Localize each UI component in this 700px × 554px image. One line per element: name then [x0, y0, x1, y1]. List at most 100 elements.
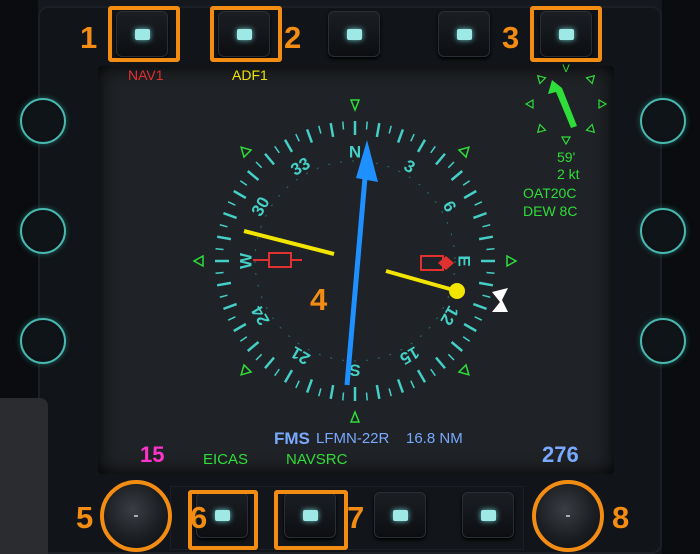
- compass-tick: [430, 368, 436, 377]
- compass-tick: [388, 388, 392, 397]
- wind-flag-icon: [492, 288, 508, 312]
- compass-tick: [239, 336, 248, 342]
- compass-tick: [246, 341, 260, 352]
- compass-tick: [416, 139, 427, 153]
- compass-tick: [239, 180, 248, 186]
- wind-compass-north: V: [562, 63, 570, 75]
- wind-altitude: 59': [557, 149, 576, 165]
- compass-tick: [365, 392, 368, 401]
- fms-label: FMS: [274, 429, 310, 448]
- compass-tick: [474, 201, 483, 206]
- wind-compass-marker: [560, 136, 572, 146]
- nav1-bearing-pointer: [253, 252, 302, 268]
- compass-tick: [486, 248, 495, 251]
- compass-card-label: 30: [248, 194, 274, 220]
- bottom-softkey-4[interactable]: [462, 492, 514, 538]
- hsi-graphics: N36E1215S2124W3033 V: [192, 63, 608, 423]
- compass-tick: [216, 235, 232, 241]
- compass-card-label: W: [236, 252, 255, 269]
- compass-tick: [447, 161, 455, 169]
- wind-arrow-icon: [548, 80, 577, 128]
- nav1-source-label: NAV1: [128, 67, 164, 83]
- compass-tick: [305, 378, 314, 393]
- compass-card-labels: N36E1215S2124W3033: [236, 142, 473, 379]
- compass-tick: [264, 152, 275, 166]
- compass-tick: [295, 380, 300, 389]
- compass-tick: [329, 384, 335, 400]
- bottom-softkey-3[interactable]: [374, 492, 426, 538]
- callout-8: 8: [612, 500, 630, 535]
- compass-tick: [472, 302, 487, 311]
- wind-speed: 2 kt: [557, 166, 580, 182]
- compass-tick: [463, 322, 477, 333]
- highlight-ring-8: [532, 480, 604, 552]
- compass-tick: [215, 248, 224, 251]
- compass-tick: [396, 378, 405, 393]
- wind-compass-marker: [585, 74, 596, 85]
- compass-tick: [255, 161, 263, 169]
- compass-tick: [255, 353, 263, 361]
- compass-tick: [283, 369, 294, 383]
- fms-distance: 16.8 NM: [406, 430, 463, 447]
- callout-6: 6: [190, 500, 208, 535]
- compass-tick: [435, 356, 446, 370]
- callout-4: 4: [310, 282, 328, 317]
- compass-tick: [375, 122, 381, 138]
- adjacent-instrument: [0, 398, 48, 554]
- bearing-marker: [192, 254, 204, 268]
- compass-tick: [264, 356, 275, 370]
- compass-tick: [342, 121, 345, 130]
- bearing-marker: [457, 146, 470, 159]
- wind-compass-marker: [598, 98, 608, 110]
- eicas-label[interactable]: EICAS: [203, 452, 248, 467]
- oat-readout: OAT20C: [523, 185, 577, 201]
- highlight-box-7: [274, 490, 348, 550]
- compass-tick: [388, 125, 392, 134]
- compass-card-label: N: [349, 142, 361, 161]
- compass-tick: [478, 235, 494, 241]
- wind-compass-marker: [536, 74, 547, 85]
- compass-tick: [462, 336, 471, 342]
- compass-tick: [233, 189, 247, 200]
- adf-needle-ball: [449, 283, 465, 299]
- highlight-ring-5: [100, 480, 172, 552]
- compass-tick: [482, 224, 491, 228]
- compass-tick: [472, 211, 487, 220]
- compass-tick: [410, 380, 415, 389]
- compass-tick: [274, 145, 280, 154]
- compass-tick: [219, 294, 228, 298]
- compass-tick: [246, 170, 260, 181]
- compass-card-label: 12: [436, 303, 462, 329]
- callout-7: 7: [347, 500, 365, 535]
- compass-tick: [450, 170, 464, 181]
- compass-tick: [295, 133, 300, 142]
- adf-needle-head: [385, 269, 458, 293]
- compass-tick: [450, 341, 464, 352]
- softkey-lamp: [393, 510, 408, 521]
- compass-tick: [233, 322, 247, 333]
- compass-tick: [318, 388, 322, 397]
- fms-destination: LFMN-22R: [316, 430, 390, 447]
- compass-tick: [482, 294, 491, 298]
- compass-tick: [478, 281, 494, 287]
- bearing-marker: [506, 254, 518, 268]
- compass-tick: [223, 211, 238, 220]
- dew-readout: DEW 8C: [523, 203, 578, 219]
- compass-card-label: 3: [401, 156, 419, 177]
- nav1-bearing-tail: [420, 255, 454, 271]
- compass-tick: [329, 122, 335, 138]
- left-readout: 15: [140, 442, 165, 467]
- adf1-source-label: ADF1: [232, 67, 268, 83]
- compass-tick: [410, 133, 415, 142]
- right-readout: 276: [542, 442, 579, 467]
- compass-card-label: E: [455, 255, 474, 266]
- navsrc-label[interactable]: NAVSRC: [286, 452, 347, 467]
- compass-tick: [396, 129, 405, 144]
- compass-tick: [463, 189, 477, 200]
- compass-tick: [474, 316, 483, 321]
- compass-tick: [219, 224, 228, 228]
- compass-tick: [375, 384, 381, 400]
- compass-card-label: 21: [288, 342, 314, 368]
- bearing-marker: [240, 363, 253, 376]
- compass-tick: [283, 139, 294, 153]
